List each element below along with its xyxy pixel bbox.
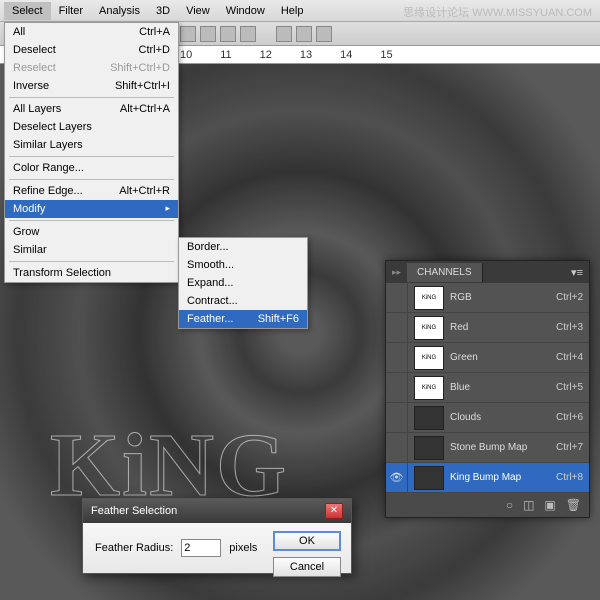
- menu-item-all-layers[interactable]: All LayersAlt+Ctrl+A: [5, 100, 178, 118]
- menu-item-color-range-[interactable]: Color Range...: [5, 159, 178, 177]
- menu-item-deselect[interactable]: DeselectCtrl+D: [5, 41, 178, 59]
- tool-icon[interactable]: [220, 26, 236, 42]
- channel-row-rgb[interactable]: KiNG RGBCtrl+2: [386, 283, 589, 313]
- pixels-label: pixels: [229, 542, 257, 554]
- channel-shortcut: Ctrl+7: [556, 442, 589, 453]
- channel-name: RGB: [450, 292, 556, 303]
- menu-3d[interactable]: 3D: [148, 2, 178, 20]
- submenu-item-expand-[interactable]: Expand...: [179, 274, 307, 292]
- submenu-item-smooth-[interactable]: Smooth...: [179, 256, 307, 274]
- ok-button[interactable]: OK: [273, 531, 341, 551]
- menu-view[interactable]: View: [178, 2, 218, 20]
- ruler-tick: 15: [380, 49, 392, 61]
- channel-shortcut: Ctrl+4: [556, 352, 589, 363]
- menu-item-similar[interactable]: Similar: [5, 241, 178, 259]
- menu-window[interactable]: Window: [218, 2, 273, 20]
- load-selection-icon[interactable]: ○: [506, 498, 513, 512]
- feather-dialog: Feather Selection ✕ Feather Radius: pixe…: [82, 498, 352, 574]
- channel-shortcut: Ctrl+6: [556, 412, 589, 423]
- channel-row-clouds[interactable]: CloudsCtrl+6: [386, 403, 589, 433]
- visibility-icon[interactable]: [386, 343, 408, 373]
- submenu-item-feather-[interactable]: Feather...Shift+F6: [179, 310, 307, 328]
- tool-icon[interactable]: [276, 26, 292, 42]
- tool-icon[interactable]: [240, 26, 256, 42]
- channel-shortcut: Ctrl+2: [556, 292, 589, 303]
- channel-name: Blue: [450, 382, 556, 393]
- channel-name: Green: [450, 352, 556, 363]
- ruler-tick: 13: [300, 49, 312, 61]
- channel-shortcut: Ctrl+8: [556, 472, 589, 483]
- channel-row-red[interactable]: KiNG RedCtrl+3: [386, 313, 589, 343]
- new-channel-icon[interactable]: ▣: [544, 498, 555, 512]
- panel-menu-icon[interactable]: ▾≡: [565, 266, 589, 279]
- channel-row-blue[interactable]: KiNG BlueCtrl+5: [386, 373, 589, 403]
- channel-thumbnail: KiNG: [414, 346, 444, 370]
- select-menu-dropdown: AllCtrl+ADeselectCtrl+DReselectShift+Ctr…: [4, 22, 179, 283]
- dialog-titlebar[interactable]: Feather Selection ✕: [83, 499, 351, 523]
- save-selection-icon[interactable]: ◫: [523, 498, 534, 512]
- menu-filter[interactable]: Filter: [51, 2, 91, 20]
- menu-item-similar-layers[interactable]: Similar Layers: [5, 136, 178, 154]
- menu-item-transform-selection[interactable]: Transform Selection: [5, 264, 178, 282]
- channel-thumbnail: KiNG: [414, 376, 444, 400]
- submenu-item-contract-[interactable]: Contract...: [179, 292, 307, 310]
- channel-row-stone-bump-map[interactable]: Stone Bump MapCtrl+7: [386, 433, 589, 463]
- channels-panel[interactable]: ▸▸ CHANNELS ▾≡ KiNGRGBCtrl+2KiNGRedCtrl+…: [385, 260, 590, 518]
- visibility-icon[interactable]: [386, 403, 408, 433]
- ruler-tick: 14: [340, 49, 352, 61]
- menu-item-modify[interactable]: Modify: [5, 200, 178, 218]
- delete-channel-icon[interactable]: 🗑: [566, 498, 581, 512]
- submenu-item-border-[interactable]: Border...: [179, 238, 307, 256]
- feather-radius-input[interactable]: [181, 539, 221, 557]
- collapse-arrows-icon[interactable]: ▸▸: [386, 267, 407, 278]
- menu-select[interactable]: Select: [4, 2, 51, 20]
- menu-item-grow[interactable]: Grow: [5, 223, 178, 241]
- menu-analysis[interactable]: Analysis: [91, 2, 148, 20]
- ruler-tick: 11: [220, 49, 231, 61]
- menu-item-reselect[interactable]: ReselectShift+Ctrl+D: [5, 59, 178, 77]
- channel-row-king-bump-map[interactable]: 👁 King Bump MapCtrl+8: [386, 463, 589, 493]
- feather-radius-label: Feather Radius:: [95, 542, 173, 554]
- channel-shortcut: Ctrl+5: [556, 382, 589, 393]
- channels-footer: ○ ◫ ▣ 🗑: [386, 493, 589, 517]
- watermark-text: 思缘设计论坛 WWW.MISSYUAN.COM: [403, 4, 592, 20]
- channels-tabbar: ▸▸ CHANNELS ▾≡: [386, 261, 589, 283]
- visibility-icon[interactable]: [386, 283, 408, 313]
- tool-icon[interactable]: [316, 26, 332, 42]
- ruler-tick: 12: [260, 49, 272, 61]
- tool-icon[interactable]: [200, 26, 216, 42]
- modify-submenu: Border...Smooth...Expand...Contract...Fe…: [178, 237, 308, 329]
- menu-help[interactable]: Help: [273, 2, 312, 20]
- visibility-icon[interactable]: 👁: [386, 463, 408, 493]
- menu-item-deselect-layers[interactable]: Deselect Layers: [5, 118, 178, 136]
- channel-shortcut: Ctrl+3: [556, 322, 589, 333]
- channel-name: King Bump Map: [450, 472, 556, 483]
- channel-name: Clouds: [450, 412, 556, 423]
- channel-thumbnail: KiNG: [414, 286, 444, 310]
- channel-thumbnail: KiNG: [414, 316, 444, 340]
- channel-row-green[interactable]: KiNG GreenCtrl+4: [386, 343, 589, 373]
- channel-name: Red: [450, 322, 556, 333]
- menu-item-all[interactable]: AllCtrl+A: [5, 23, 178, 41]
- visibility-icon[interactable]: [386, 373, 408, 403]
- channel-thumbnail: [414, 406, 444, 430]
- menu-item-inverse[interactable]: InverseShift+Ctrl+I: [5, 77, 178, 95]
- channel-thumbnail: [414, 466, 444, 490]
- tool-icon[interactable]: [296, 26, 312, 42]
- menu-item-refine-edge-[interactable]: Refine Edge...Alt+Ctrl+R: [5, 182, 178, 200]
- visibility-icon[interactable]: [386, 433, 408, 463]
- channel-name: Stone Bump Map: [450, 442, 556, 453]
- ruler-tick: 10: [180, 49, 192, 61]
- visibility-icon[interactable]: [386, 313, 408, 343]
- close-icon[interactable]: ✕: [325, 503, 343, 519]
- tool-icon[interactable]: [180, 26, 196, 42]
- channel-thumbnail: [414, 436, 444, 460]
- cancel-button[interactable]: Cancel: [273, 557, 341, 577]
- dialog-title: Feather Selection: [91, 505, 177, 517]
- channels-tab[interactable]: CHANNELS: [407, 263, 482, 282]
